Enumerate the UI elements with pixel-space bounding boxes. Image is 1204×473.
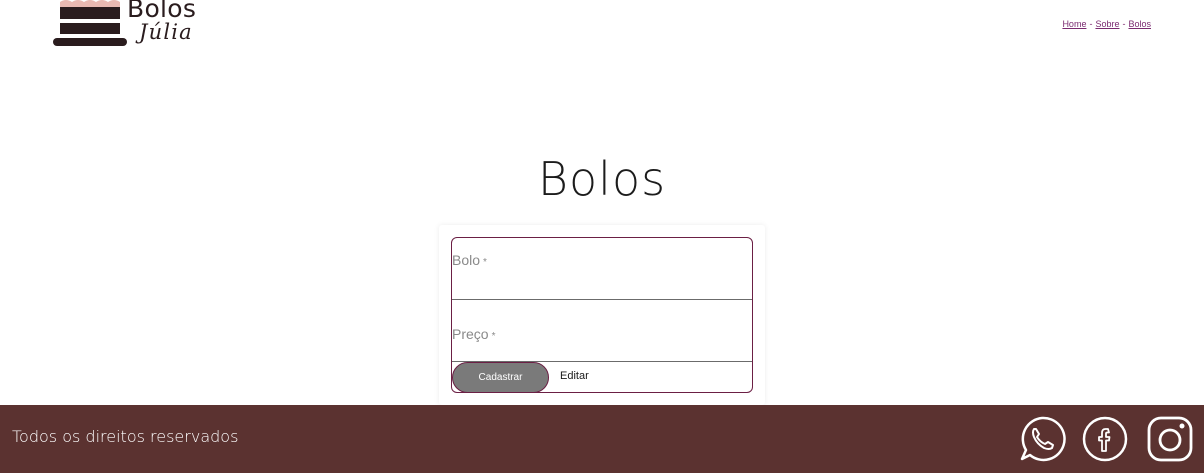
whatsapp-icon[interactable]	[1018, 415, 1066, 463]
bolo-field[interactable]: Bolo *	[452, 238, 752, 300]
cadastrar-button[interactable]: Cadastrar	[452, 362, 549, 392]
facebook-icon[interactable]	[1081, 415, 1129, 463]
form-card: Bolo * Preço * Cadastrar Editar	[439, 225, 765, 405]
nav-separator: -	[1122, 19, 1126, 29]
footer: Todos os direitos reservados	[0, 405, 1204, 473]
page-title: Bolos	[537, 152, 667, 206]
form-actions: Cadastrar Editar	[452, 362, 752, 392]
bolo-input[interactable]	[452, 238, 752, 299]
nav-link-home[interactable]: Home	[1062, 19, 1086, 29]
logo[interactable]: Bolos Júlia	[52, 0, 222, 52]
nav-link-sobre[interactable]: Sobre	[1095, 19, 1119, 29]
nav-link-bolos[interactable]: Bolos	[1128, 19, 1151, 29]
cake-icon	[53, 0, 127, 46]
nav-separator: -	[1089, 19, 1093, 29]
top-nav: Home - Sobre - Bolos	[1062, 19, 1151, 29]
cake-form: Bolo * Preço * Cadastrar Editar	[451, 237, 753, 393]
preco-field[interactable]: Preço *	[452, 300, 752, 362]
logo-subtext: Júlia	[139, 20, 193, 44]
footer-copyright: Todos os direitos reservados	[12, 427, 239, 446]
editar-button[interactable]: Editar	[560, 370, 589, 382]
instagram-icon[interactable]	[1146, 415, 1194, 463]
preco-input[interactable]	[452, 300, 752, 361]
